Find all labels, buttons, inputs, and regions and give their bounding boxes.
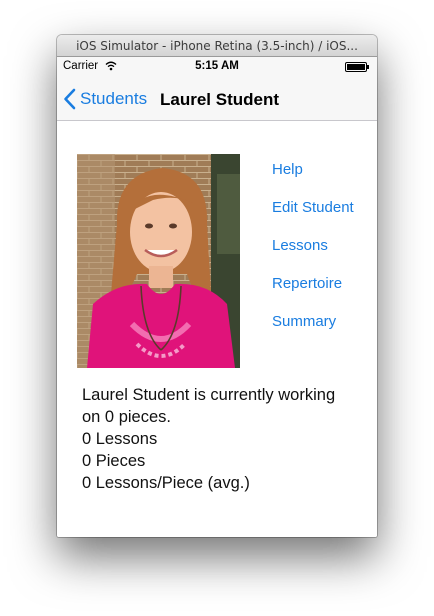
back-button[interactable]: Students (63, 87, 147, 111)
edit-student-link[interactable]: Edit Student (272, 199, 354, 216)
student-photo (77, 154, 240, 368)
window-title: iOS Simulator - iPhone Retina (3.5-inch)… (76, 39, 358, 53)
chevron-left-icon (64, 88, 76, 110)
help-link[interactable]: Help (272, 161, 303, 178)
navigation-bar: Students Laurel Student (57, 77, 377, 121)
status-time: 5:15 AM (195, 60, 239, 72)
summary-status-line-cont: on 0 pieces. (82, 408, 171, 426)
battery-icon (345, 62, 369, 72)
phone-screen: Carrier 5:15 AM Students Laurel Student (57, 57, 377, 537)
simulator-window: iOS Simulator - iPhone Retina (3.5-inch)… (57, 35, 377, 537)
repertoire-link[interactable]: Repertoire (272, 275, 342, 292)
page-title: Laurel Student (160, 90, 280, 109)
back-button-label: Students (80, 89, 148, 108)
lessons-link[interactable]: Lessons (272, 237, 328, 254)
student-summary: Laurel Student is currently working on 0… (82, 384, 367, 494)
piece-count: 0 Pieces (82, 452, 146, 470)
summary-status-line: Laurel Student is currently working (82, 386, 336, 404)
status-bar: Carrier 5:15 AM (57, 57, 377, 77)
lesson-count: 0 Lessons (82, 430, 158, 448)
summary-link[interactable]: Summary (272, 313, 336, 330)
lessons-per-piece: 0 Lessons/Piece (avg.) (82, 474, 250, 492)
window-titlebar[interactable]: iOS Simulator - iPhone Retina (3.5-inch)… (57, 35, 377, 57)
